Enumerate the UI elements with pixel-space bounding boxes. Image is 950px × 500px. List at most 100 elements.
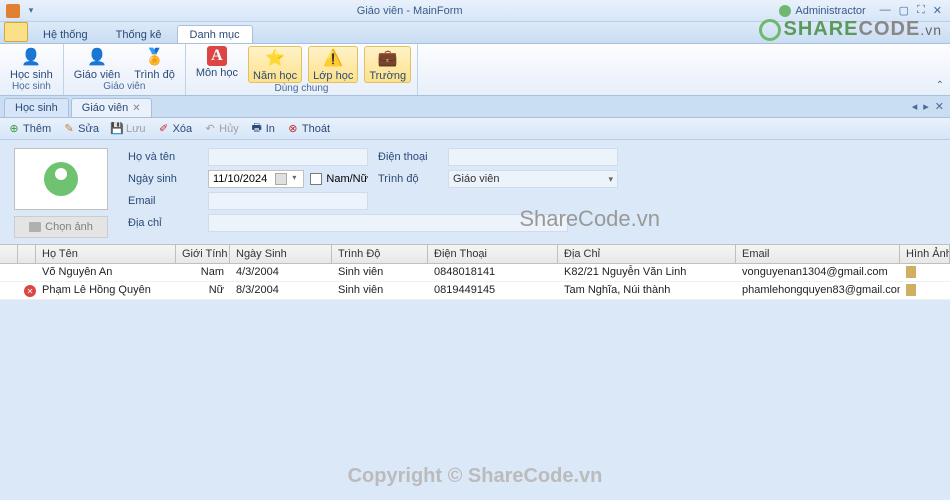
star-icon: ⭐ [264, 47, 286, 69]
qat-dropdown-icon[interactable]: ▾ [26, 5, 36, 16]
label-trinhdo: Trình độ [378, 173, 438, 185]
ribbon-group-hocsinh: 👤 Học sinh Học sinh [0, 44, 64, 95]
student-icon: 👤 [20, 46, 42, 68]
recycle-icon [759, 19, 781, 41]
input-dienthoai[interactable] [448, 148, 618, 166]
col-gioitinh[interactable]: Giới Tính [176, 245, 230, 263]
briefcase-icon: 💼 [377, 47, 399, 69]
badge-icon: 🏅 [144, 46, 166, 68]
image-icon [29, 222, 41, 232]
ribbon-group-giaovien: 👤 Giáo viên 🏅 Trình độ Giáo viên [64, 44, 186, 95]
teacher-icon: 👤 [86, 46, 108, 68]
exit-icon: ⊗ [287, 123, 299, 135]
ribbon-group-label: Giáo viên [103, 81, 145, 92]
ribbon-item-giaovien[interactable]: 👤 Giáo viên [70, 46, 124, 81]
input-diachi[interactable] [208, 214, 568, 232]
add-button[interactable]: ⊕Thêm [8, 123, 51, 135]
label-hoten: Họ và tên [128, 151, 198, 163]
tab-next-icon[interactable]: ▸ [923, 100, 929, 113]
ribbon-tab-thongke[interactable]: Thống kê [103, 25, 175, 43]
input-email[interactable] [208, 192, 368, 210]
ribbon-item-monhoc[interactable]: A Môn học [192, 46, 242, 83]
ribbon-item-label: Môn học [196, 67, 238, 79]
ribbon-collapse-icon[interactable]: ⌃ [936, 80, 944, 91]
col-hinhanh[interactable]: Hình Ảnh [900, 245, 950, 263]
window-title: Giáo viên - MainForm [40, 5, 779, 17]
ribbon-item-namhoc[interactable]: ⭐ Năm học [248, 46, 302, 83]
ribbon-item-truong[interactable]: 💼 Trường [364, 46, 411, 83]
file-button[interactable] [4, 22, 28, 42]
restore-icon[interactable]: ▢ [899, 4, 909, 17]
ribbon-item-label: Lớp học [313, 70, 353, 82]
label-ngaysinh: Ngày sinh [128, 173, 198, 185]
minimize-icon[interactable]: — [880, 4, 891, 17]
avatar-icon [44, 162, 78, 196]
label-diachi: Địa chỉ [128, 217, 198, 229]
choose-image-button[interactable]: Chọn ảnh [14, 216, 108, 238]
data-grid: Họ Tên Giới Tính Ngày Sinh Trình Độ Điện… [0, 244, 950, 300]
close-icon[interactable]: ✕ [933, 4, 942, 17]
doctab-giaovien[interactable]: Giáo viên ✕ [71, 98, 152, 117]
tab-close-icon[interactable]: ✕ [132, 103, 140, 114]
label-email: Email [128, 195, 198, 207]
tab-prev-icon[interactable]: ◂ [912, 100, 918, 113]
ribbon-item-label: Năm học [253, 70, 297, 82]
ribbon-item-label: Trường [369, 70, 406, 82]
ribbon-tab-danhmuc[interactable]: Danh mục [177, 25, 253, 43]
edit-button[interactable]: ✎Sửa [63, 123, 99, 135]
tab-close-all-icon[interactable]: ✕ [935, 100, 944, 113]
grid-row[interactable]: ✕ Phạm Lê Hồng Quyên Nữ 8/3/2004 Sinh vi… [0, 282, 950, 300]
input-hoten[interactable] [208, 148, 368, 166]
ribbon-item-lophoc[interactable]: ⚠️ Lớp học [308, 46, 358, 83]
user-label: Administractor [779, 5, 865, 17]
thumbnail-icon [906, 284, 916, 296]
form-panel: Chọn ảnh Họ và tên Điện thoại Ngày sinh … [0, 140, 950, 244]
action-toolbar: ⊕Thêm ✎Sửa 💾Lưu ✐Xóa ↶Hủy 🖶In ⊗Thoát [0, 118, 950, 140]
chevron-down-icon: ▾ [608, 174, 613, 185]
watermark-mid: ShareCode.vn [519, 206, 660, 232]
ribbon-item-trinhdo[interactable]: 🏅 Trình độ [130, 46, 179, 81]
col-diachi[interactable]: Địa Chỉ [558, 245, 736, 263]
save-button[interactable]: 💾Lưu [111, 123, 146, 135]
ribbon-tab-hethong[interactable]: Hệ thống [30, 25, 101, 43]
calendar-icon[interactable] [275, 173, 287, 185]
delete-button[interactable]: ✐Xóa [158, 123, 193, 135]
ribbon: 👤 Học sinh Học sinh 👤 Giáo viên 🏅 Trình … [0, 44, 950, 96]
plus-icon: ⊕ [8, 123, 20, 135]
input-ngaysinh[interactable]: 11/10/2024 ▾ [208, 170, 304, 188]
checkbox-namnu[interactable]: Nam/Nữ [310, 173, 368, 185]
select-trinhdo[interactable]: Giáo viên ▾ [448, 170, 618, 188]
delete-row-icon[interactable]: ✕ [24, 285, 36, 297]
letter-a-icon: A [207, 46, 227, 66]
warning-icon: ⚠️ [322, 47, 344, 69]
ribbon-group-dungchung: A Môn học ⭐ Năm học ⚠️ Lớp học 💼 Trường … [186, 44, 418, 95]
grid-header: Họ Tên Giới Tính Ngày Sinh Trình Độ Điện… [0, 244, 950, 264]
grid-row[interactable]: Võ Nguyên An Nam 4/3/2004 Sinh viên 0848… [0, 264, 950, 282]
maximize-icon[interactable]: ⛶ [917, 4, 925, 17]
ribbon-item-label: Học sinh [10, 69, 53, 81]
checkbox-icon [310, 173, 322, 185]
app-icon [6, 4, 20, 18]
floppy-icon: 💾 [111, 123, 123, 135]
ribbon-item-label: Giáo viên [74, 69, 120, 81]
user-name: Administractor [795, 5, 865, 17]
doctab-hocsinh[interactable]: Học sinh [4, 98, 69, 117]
label-dienthoai: Điện thoại [378, 151, 438, 163]
cancel-button[interactable]: ↶Hủy [204, 123, 239, 135]
ribbon-group-label: Dùng chung [275, 83, 329, 94]
col-hoten[interactable]: Họ Tên [36, 245, 176, 263]
document-tabs: Học sinh Giáo viên ✕ ◂ ▸ ✕ [0, 96, 950, 118]
ribbon-item-label: Trình độ [134, 69, 175, 81]
ribbon-item-hocsinh[interactable]: 👤 Học sinh [6, 46, 57, 81]
col-email[interactable]: Email [736, 245, 900, 263]
col-trinhdo[interactable]: Trình Độ [332, 245, 428, 263]
col-ngaysinh[interactable]: Ngày Sinh [230, 245, 332, 263]
spinner-icon[interactable]: ▾ [289, 173, 299, 185]
eraser-icon: ✐ [158, 123, 170, 135]
watermark-bottom: Copyright © ShareCode.vn [0, 465, 950, 488]
print-button[interactable]: 🖶In [251, 123, 275, 135]
col-dienthoai[interactable]: Điện Thoại [428, 245, 558, 263]
user-icon [779, 5, 791, 17]
thumbnail-icon [906, 266, 916, 278]
exit-button[interactable]: ⊗Thoát [287, 123, 330, 135]
